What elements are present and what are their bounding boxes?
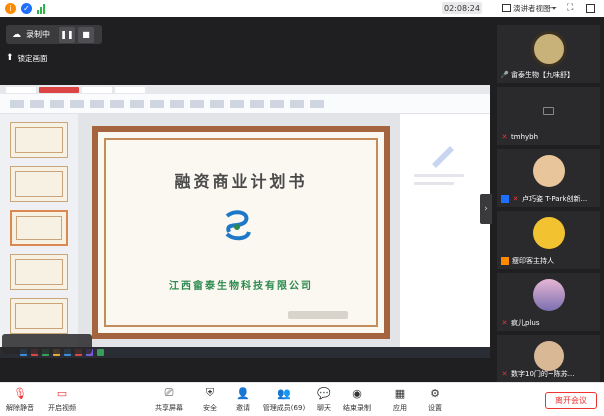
record-icon: ◉ (352, 386, 362, 400)
pause-recording-button[interactable]: ❚❚ (59, 26, 75, 43)
grid-icon (502, 4, 511, 12)
minimize-icon[interactable]: — (548, 2, 557, 14)
emblem-avatar (530, 31, 567, 67)
participant-tile[interactable]: ✕ tmhybh (497, 87, 600, 145)
avatar (532, 217, 565, 249)
window-icon[interactable] (586, 2, 595, 14)
info-icon[interactable]: i (5, 3, 16, 14)
invite-button[interactable]: 👤 邀请 (225, 386, 261, 413)
cohost-icon (501, 257, 509, 265)
video-off-icon: ▭ (56, 386, 68, 400)
collapse-sidebar-button[interactable]: › (480, 194, 492, 224)
slide-thumbnail[interactable] (10, 254, 68, 290)
gear-icon: ⚙ (430, 386, 440, 400)
start-video-button[interactable]: ▭ 开启视频 (44, 386, 80, 413)
document-ribbon (0, 94, 490, 114)
certificate-slide: 融资商业计划书 江西畲泰生物科技有限公司 (92, 126, 390, 339)
recording-label: 录制中 (26, 30, 50, 39)
participant-name: 畲泰生物【九味舒】 (511, 71, 574, 79)
end-recording-button[interactable]: ◉ 结束录制 (339, 386, 375, 413)
apps-label: 应用 (393, 404, 407, 412)
video-label: 开启视频 (48, 404, 76, 412)
share-label: 共享屏幕 (155, 404, 183, 412)
mic-muted-icon: ✕ (512, 195, 519, 203)
participant-name: 数字10门的~陈苏... (511, 370, 575, 378)
invite-label: 邀请 (236, 404, 250, 412)
members-label: 管理成员(69) (262, 404, 306, 412)
document-tabs (0, 85, 490, 94)
lock-label: 锁定画面 (17, 53, 48, 63)
self-view[interactable] (2, 334, 92, 354)
recording-indicator: ☁ 录制中 ❚❚ ■ (6, 25, 102, 44)
leave-meeting-button[interactable]: 离开会议 (545, 392, 597, 409)
unmute-button[interactable]: 🎙 解除静音 (2, 386, 38, 413)
shield-icon: ⛨ (205, 386, 215, 399)
mic-muted-icon: ✕ (501, 319, 508, 327)
participant-name: tmhybh (511, 133, 539, 141)
mic-icon: 🎤 (501, 71, 509, 79)
participant-sidebar: 🎤 畲泰生物【九味舒】 ✕ tmhybh ✕ 卢巧姿 T-Park创新... 瘦印客主… (493, 17, 604, 382)
chat-label: 聊天 (317, 404, 331, 412)
slide-thumbnails (0, 114, 78, 347)
bottom-toolbar: 🎙 解除静音 ▭ 开启视频 ⎚ 共享屏幕 ⛨ 安全 👤 邀请 👥 管理成员(69… (0, 382, 604, 416)
avatar (532, 279, 565, 311)
share-screen-icon: ⎚ (164, 386, 174, 399)
slide-thumbnail[interactable] (10, 210, 68, 246)
settings-button[interactable]: ⚙ 设置 (417, 386, 453, 413)
shared-screen: 融资商业计划书 江西畲泰生物科技有限公司 (0, 85, 490, 358)
participant-tile[interactable]: ✕ 卢巧姿 T-Park创新... (497, 149, 600, 207)
company-logo-icon (225, 210, 251, 241)
right-panel (400, 114, 490, 347)
company-name: 江西畲泰生物科技有限公司 (169, 281, 313, 292)
participant-name: 疯儿plus (511, 319, 540, 327)
meeting-window: i ✓ 02:08:24 演讲者视图 ▾ — ⛶ ☁ 录制中 ❚❚ ■ ⬆ 锁定… (0, 0, 604, 416)
slide-thumbnail[interactable] (10, 166, 68, 202)
chat-button[interactable]: 💬 聊天 (306, 386, 342, 413)
mic-muted-icon: 🎙 (13, 386, 27, 400)
mic-muted-icon: ✕ (501, 370, 508, 378)
participant-tile[interactable]: 瘦印客主持人 (497, 211, 600, 269)
chat-icon: 💬 (317, 386, 331, 400)
unmute-label: 解除静音 (6, 404, 34, 412)
participant-tile[interactable]: 🎤 畲泰生物【九味舒】 (497, 25, 600, 83)
security-button[interactable]: ⛨ 安全 (192, 386, 228, 413)
record-label: 结束录制 (343, 404, 371, 412)
apps-button[interactable]: ▦ 应用 (382, 386, 418, 413)
slide-thumbnail[interactable] (10, 122, 68, 158)
top-bar: i ✓ 02:08:24 演讲者视图 ▾ — ⛶ (0, 0, 604, 17)
add-user-icon: 👤 (236, 386, 250, 400)
participant-tile[interactable]: ✕ 疯儿plus (497, 273, 600, 331)
share-screen-button[interactable]: ⎚ 共享屏幕 (151, 386, 187, 413)
slide-title: 融资商业计划书 (174, 172, 308, 191)
fullscreen-icon[interactable]: ⛶ (567, 2, 573, 14)
avatar (533, 341, 564, 371)
participant-tile[interactable]: ✕ 数字10门的~陈苏... (497, 335, 600, 382)
avatar (532, 155, 565, 187)
meeting-timer: 02:08:24 (442, 2, 482, 14)
stop-recording-button[interactable]: ■ (78, 26, 94, 43)
participant-name: 瘦印客主持人 (512, 257, 554, 265)
pen-icon (432, 146, 454, 168)
manage-members-button[interactable]: 👥 管理成员(69) (262, 386, 306, 413)
pin-icon: ⬆ (6, 53, 14, 63)
security-label: 安全 (203, 404, 217, 412)
cloud-icon: ☁ (12, 29, 21, 40)
apps-icon: ▦ (394, 386, 406, 400)
host-icon (501, 195, 509, 203)
view-label: 演讲者视图 (513, 3, 551, 13)
lock-screen-toggle[interactable]: ⬆ 锁定画面 (6, 51, 48, 65)
mic-muted-icon: ✕ (501, 133, 508, 141)
participant-name: 卢巧姿 T-Park创新... (522, 195, 588, 203)
slide-thumbnail[interactable] (10, 298, 68, 334)
shield-icon[interactable]: ✓ (21, 3, 32, 14)
camera-off-icon (543, 107, 554, 115)
blurred-text (288, 311, 348, 319)
signal-icon (37, 3, 45, 14)
settings-label: 设置 (428, 404, 442, 412)
main-stage: ☁ 录制中 ❚❚ ■ ⬆ 锁定画面 融资商业计划书 江西畲泰生物科技有限公司 › (0, 17, 493, 382)
members-icon: 👥 (277, 386, 291, 400)
